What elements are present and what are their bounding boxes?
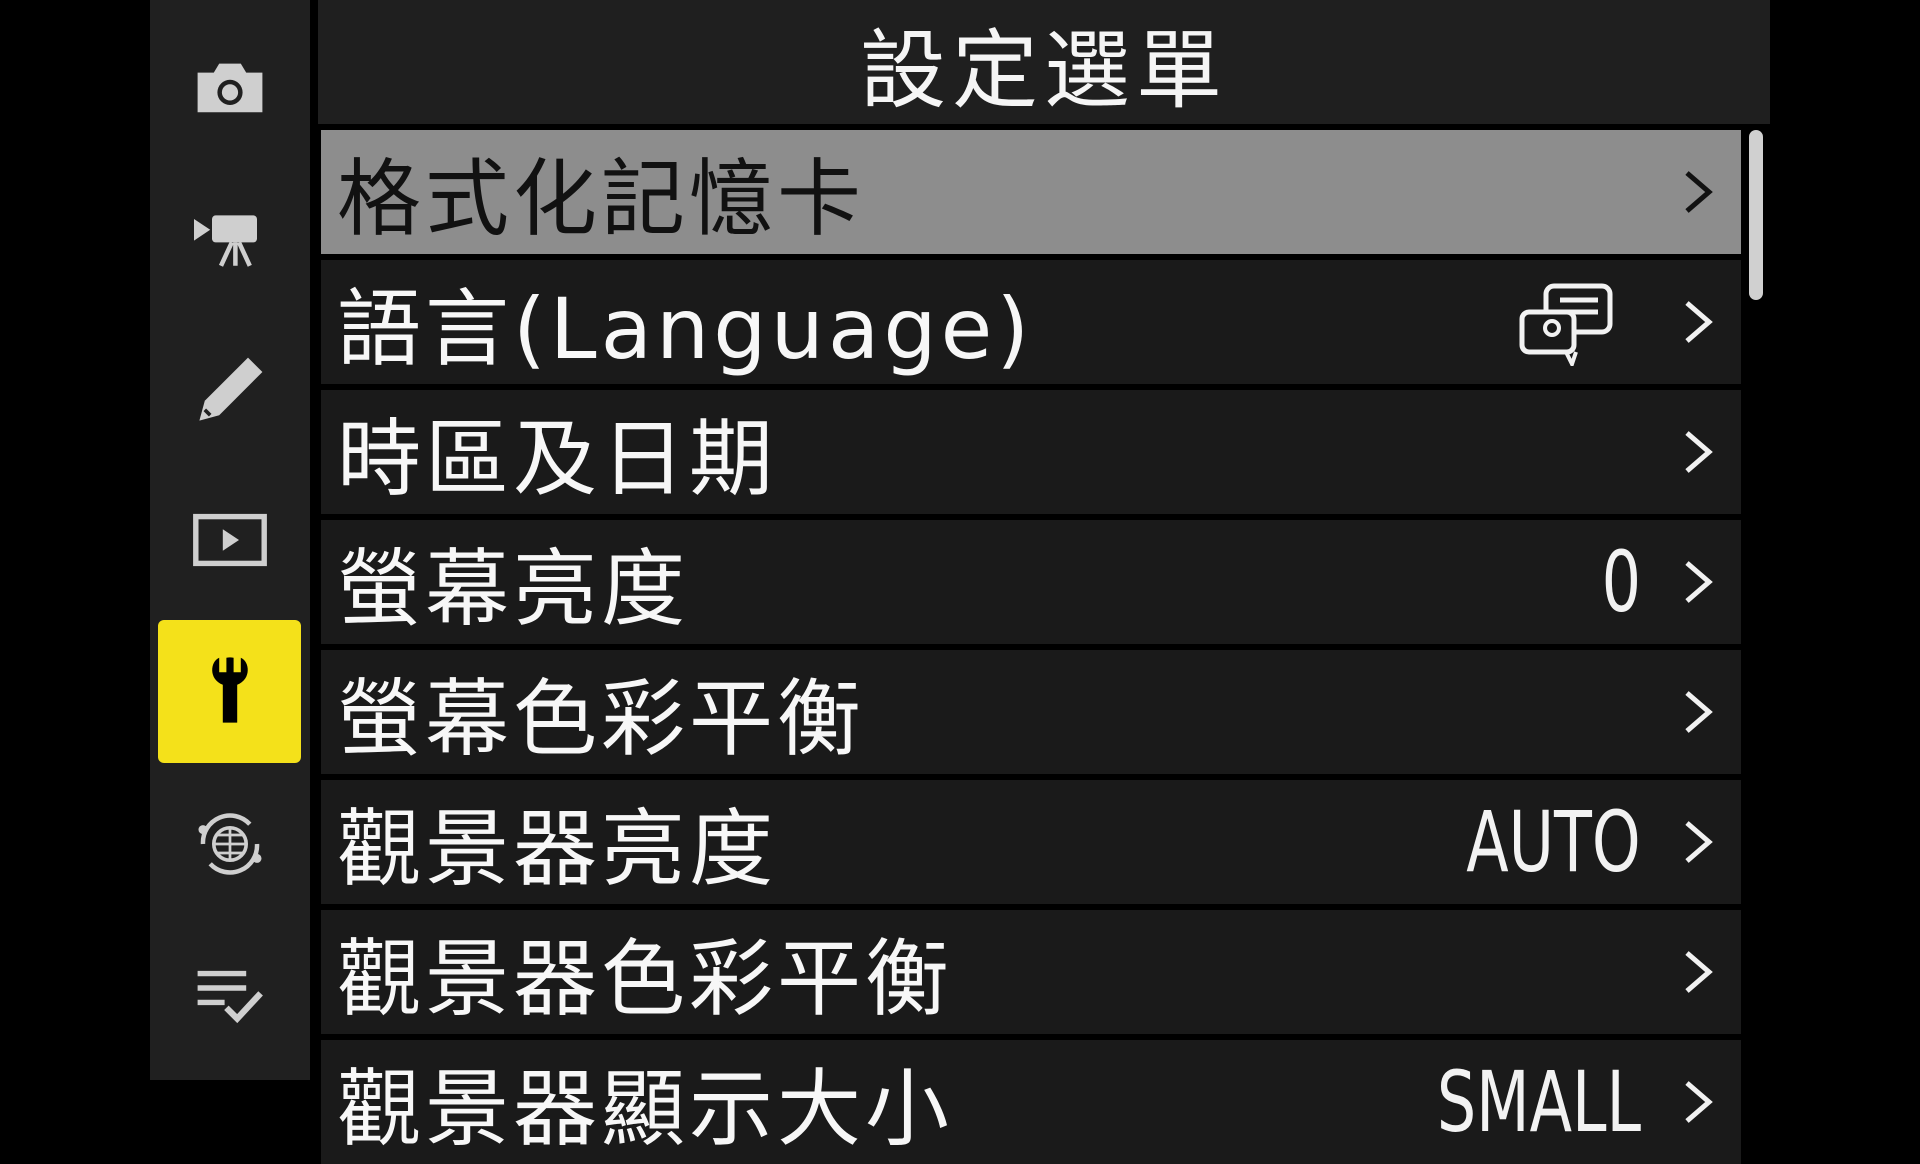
camera-icon — [197, 63, 262, 112]
menu-item-value: 0 — [1601, 533, 1641, 631]
movie-camera-icon — [193, 214, 257, 267]
my-menu-tab[interactable] — [158, 925, 301, 1068]
menu-item-value: AUTO — [1466, 793, 1641, 891]
chevron-right-icon — [1673, 130, 1723, 254]
chevron-right-icon — [1673, 390, 1723, 514]
menu-item-monitor-brightness[interactable]: 螢幕亮度 0 — [321, 520, 1741, 644]
network-menu-tab[interactable] — [158, 772, 301, 915]
wrench-icon — [211, 656, 248, 723]
menu-item-label: 格式化記憶卡 — [337, 149, 866, 248]
menu-item-label: 觀景器顯示大小 — [337, 1059, 954, 1158]
setup-menu-tab[interactable] — [158, 620, 301, 763]
menu-item-label: 螢幕色彩平衡 — [337, 669, 866, 768]
movie-shooting-menu-tab[interactable] — [158, 165, 301, 308]
retouch-menu-tab[interactable] — [158, 318, 301, 461]
menu-scrollbar[interactable] — [1749, 130, 1763, 300]
menu-item-label: 觀景器亮度 — [337, 799, 778, 898]
chevron-right-icon — [1673, 910, 1723, 1034]
menu-item-viewfinder-brightness[interactable]: 觀景器亮度 AUTO — [321, 780, 1741, 904]
network-globe-icon — [198, 812, 261, 875]
playback-menu-tab[interactable] — [158, 468, 301, 611]
language-icon — [1519, 283, 1613, 366]
menu-item-language[interactable]: 語言(Language) — [321, 260, 1741, 384]
chevron-right-icon — [1673, 520, 1723, 644]
menu-item-value: SMALL — [1436, 1053, 1641, 1151]
menu-item-viewfinder-display-size[interactable]: 觀景器顯示大小 SMALL — [321, 1040, 1741, 1164]
chevron-right-icon — [1673, 260, 1723, 384]
menu-item-time-zone-date[interactable]: 時區及日期 — [321, 390, 1741, 514]
chevron-right-icon — [1673, 780, 1723, 904]
my-menu-checklist-icon — [197, 970, 263, 1023]
menu-item-label: 語言(Language) — [337, 279, 1034, 378]
pencil-icon — [198, 357, 262, 421]
menu-item-label: 觀景器色彩平衡 — [337, 929, 954, 1028]
playback-icon — [192, 513, 267, 566]
menu-item-monitor-color-balance[interactable]: 螢幕色彩平衡 — [321, 650, 1741, 774]
menu-item-format-card[interactable]: 格式化記憶卡 — [321, 130, 1741, 254]
menu-item-label: 時區及日期 — [337, 409, 778, 508]
menu-item-viewfinder-color-balance[interactable]: 觀景器色彩平衡 — [321, 910, 1741, 1034]
chevron-right-icon — [1673, 1040, 1723, 1164]
page-title: 設定選單 — [860, 20, 1228, 121]
menu-panel: 設定選單 格式化記憶卡 語言(Language) 時區及日期 螢幕亮度 0 螢幕… — [318, 0, 1770, 1164]
menu-tab-sidebar — [150, 0, 310, 1080]
menu-item-label: 螢幕亮度 — [337, 539, 690, 638]
chevron-right-icon — [1673, 650, 1723, 774]
menu-header: 設定選單 — [318, 0, 1770, 124]
photo-shooting-menu-tab[interactable] — [158, 15, 301, 158]
